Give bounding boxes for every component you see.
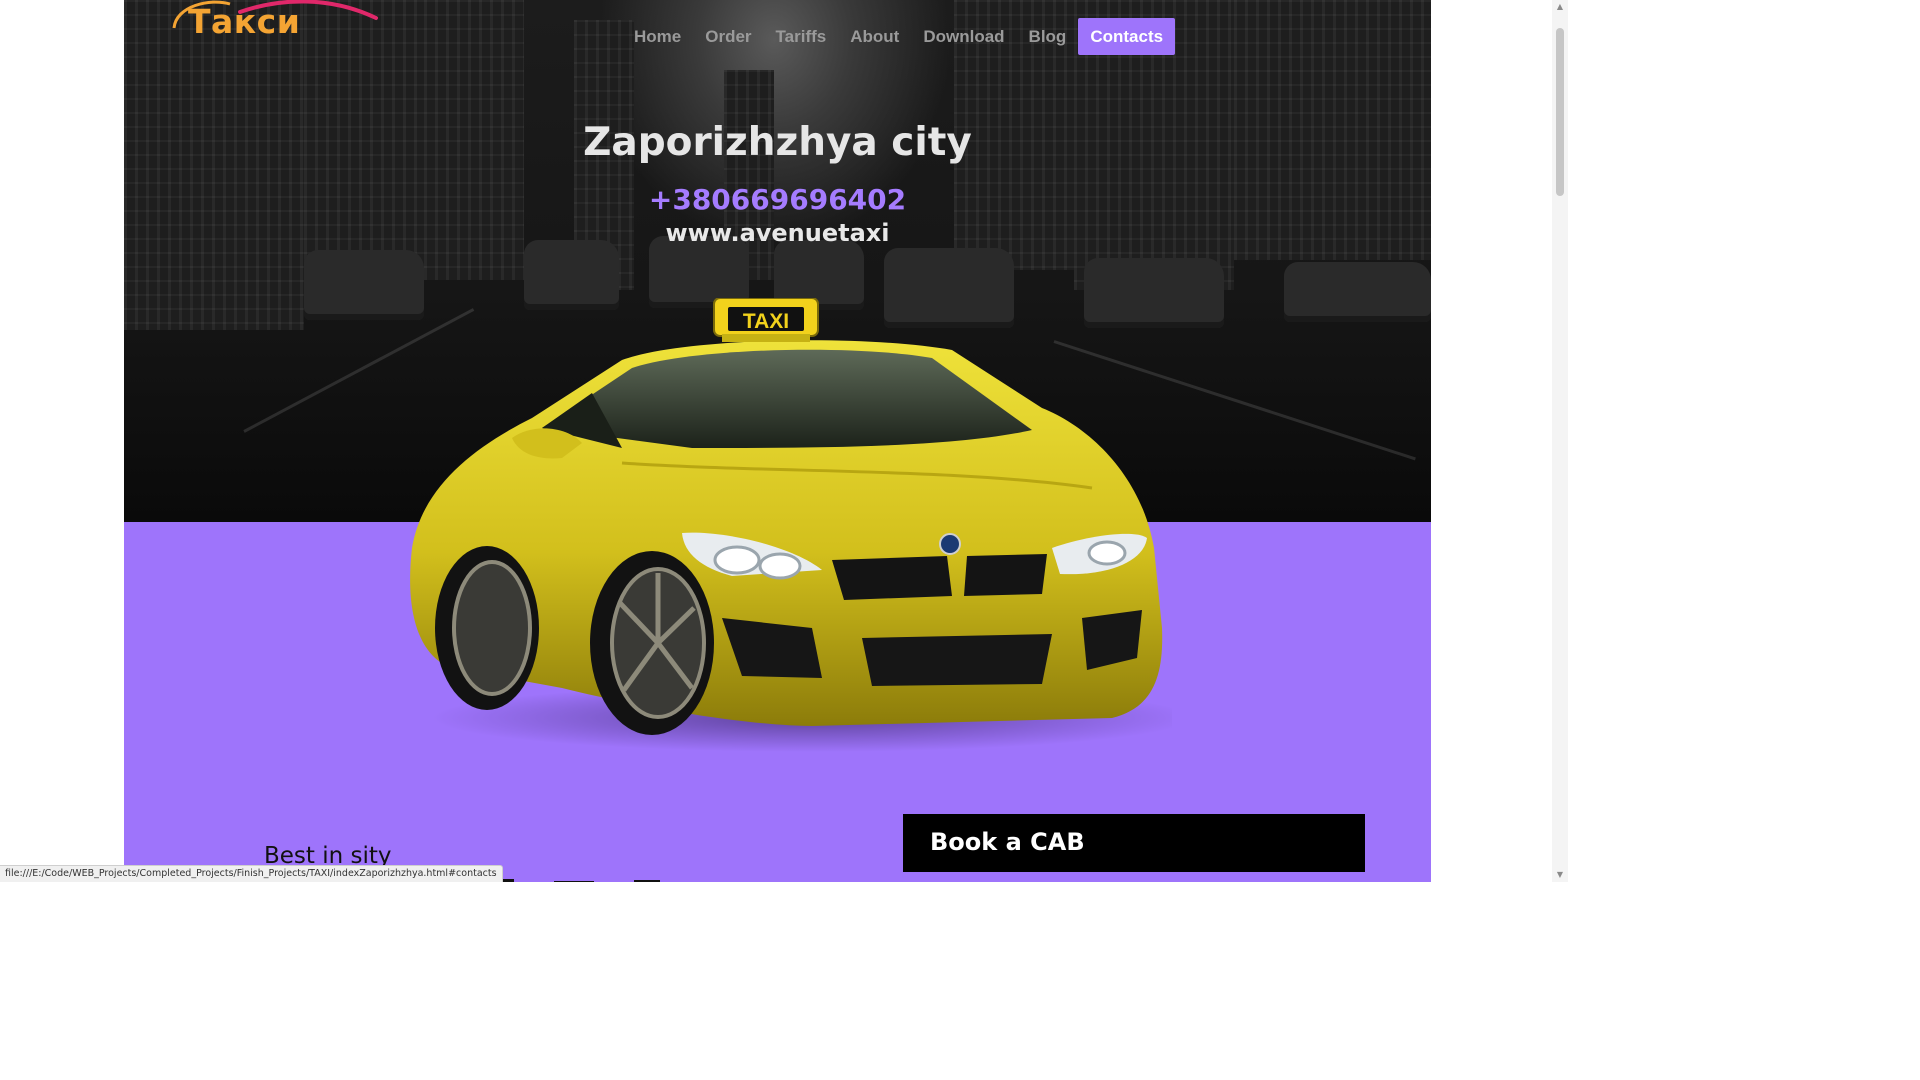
book-a-cab-panel: Book a CAB <box>903 814 1365 872</box>
hero-title: Zaporizhzhya city <box>583 120 972 165</box>
book-a-cab-heading: Book a CAB <box>930 828 1085 856</box>
hero-phone-link[interactable]: +380669696402 <box>124 183 1431 216</box>
nav-order[interactable]: Order <box>693 18 763 55</box>
main-nav: Home Order Tariffs About Download Blog C… <box>622 18 1176 55</box>
nav-tariffs[interactable]: Tariffs <box>764 18 839 55</box>
logo-text: Такси <box>188 2 301 41</box>
scroll-down-arrow-icon[interactable]: ▼ <box>1552 868 1568 882</box>
hero-website: www.avenuetaxi <box>665 219 890 247</box>
nav-contacts[interactable]: Contacts <box>1078 18 1176 55</box>
browser-viewport: Такси Home Order Tariffs About Download … <box>0 0 1568 882</box>
vertical-scrollbar[interactable]: ▲ ▼ <box>1552 0 1568 882</box>
nav-about[interactable]: About <box>838 18 911 55</box>
nav-home[interactable]: Home <box>622 18 693 55</box>
taxi-car-image: TAXI <box>410 298 1172 752</box>
taxi-roof-sign: TAXI <box>743 310 789 333</box>
page-container: Такси Home Order Tariffs About Download … <box>124 0 1431 882</box>
status-bar-url: file:///E:/Code/WEB_Projects/Completed_P… <box>0 865 503 882</box>
nav-download[interactable]: Download <box>911 18 1016 55</box>
traffic-car <box>1284 262 1431 322</box>
nav-blog[interactable]: Blog <box>1017 18 1079 55</box>
scrollbar-thumb[interactable] <box>1556 28 1564 196</box>
scroll-up-arrow-icon[interactable]: ▲ <box>1552 0 1568 14</box>
site-logo[interactable]: Такси <box>170 0 380 52</box>
